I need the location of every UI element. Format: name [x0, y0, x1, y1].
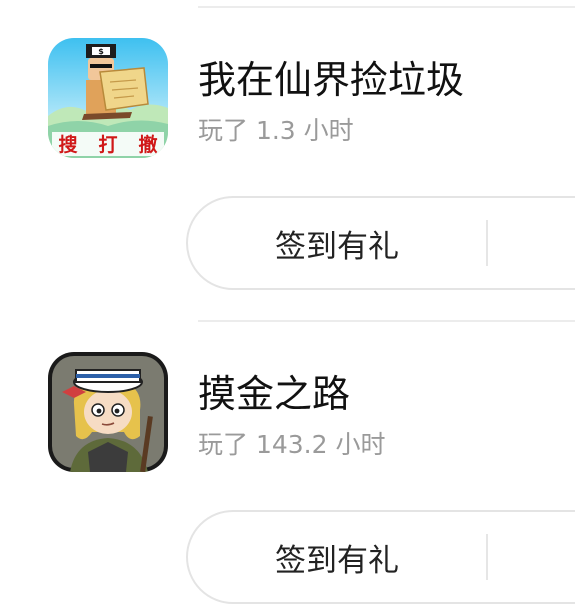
- game-list-item[interactable]: 摸金之路 玩了 143.2 小时 签到有礼: [0, 314, 575, 614]
- playtime-label: 玩了 143.2 小时: [198, 430, 386, 459]
- checkin-reward-button[interactable]: 签到有礼: [188, 512, 486, 602]
- checkin-reward-button[interactable]: 签到有礼: [188, 198, 486, 288]
- playtime-label: 玩了 1.3 小时: [198, 116, 354, 145]
- svg-text:搜: 搜: [58, 133, 78, 156]
- game-title[interactable]: 摸金之路: [198, 372, 350, 416]
- action-bar: 签到有礼: [186, 510, 575, 604]
- sailor-girl-game-icon[interactable]: [48, 352, 168, 472]
- svg-text:撤: 撤: [138, 133, 157, 156]
- treasure-map-game-icon[interactable]: $ 搜 打 撤: [48, 38, 168, 158]
- button-separator: [486, 220, 488, 266]
- svg-text:$: $: [98, 47, 104, 56]
- game-list-screen: $ 搜 打 撤 我在仙界捡垃圾 玩了 1.3 小时 签到有礼 摸金之路 玩了 1…: [0, 0, 575, 616]
- button-separator: [486, 534, 488, 580]
- game-list-item[interactable]: $ 搜 打 撤 我在仙界捡垃圾 玩了 1.3 小时 签到有礼: [0, 0, 575, 300]
- game-title[interactable]: 我在仙界捡垃圾: [198, 58, 464, 102]
- svg-text:打: 打: [98, 133, 117, 156]
- action-bar: 签到有礼: [186, 196, 575, 290]
